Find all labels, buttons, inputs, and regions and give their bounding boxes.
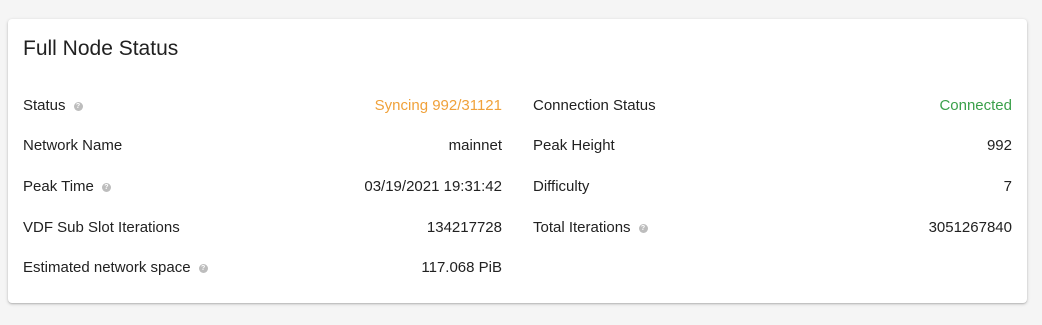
network-name-label: Network Name (23, 137, 123, 155)
estimated-network-space-label: Estimated network space (23, 259, 191, 277)
total-iterations-value: 3051267840 (928, 218, 1012, 236)
network-name-value: mainnet (448, 137, 502, 155)
total-iterations-label-wrap: Total Iterations (533, 219, 648, 236)
row-total-iterations: Total Iterations 3051267840 (533, 207, 1012, 248)
status-grid: Status Syncing 992/31121 Network Name ma… (23, 85, 1012, 288)
help-icon[interactable] (198, 263, 208, 274)
peak-time-value: 03/19/2021 19:31:42 (364, 177, 502, 195)
total-iterations-label: Total Iterations (533, 218, 631, 236)
difficulty-value: 7 (1003, 177, 1012, 195)
peak-height-label-wrap: Peak Height (533, 137, 615, 154)
network-name-label-wrap: Network Name (23, 137, 122, 154)
difficulty-label: Difficulty (533, 177, 590, 195)
row-status: Status Syncing 992/31121 (23, 85, 502, 126)
vdf-sub-slot-iterations-value: 134217728 (426, 218, 502, 236)
vdf-label-wrap: VDF Sub Slot Iterations (23, 219, 180, 236)
estimated-network-space-value: 117.068 PiB (421, 259, 502, 277)
right-column: Connection Status Connected Peak Height … (533, 85, 1012, 288)
row-peak-time: Peak Time 03/19/2021 19:31:42 (23, 166, 502, 207)
row-connection-status: Connection Status Connected (533, 85, 1012, 126)
row-network-name: Network Name mainnet (23, 126, 502, 167)
row-peak-height: Peak Height 992 (533, 126, 1012, 167)
status-label: Status (23, 96, 66, 114)
vdf-sub-slot-iterations-label: VDF Sub Slot Iterations (23, 218, 180, 236)
row-vdf-sub-slot-iterations: VDF Sub Slot Iterations 134217728 (23, 207, 502, 248)
status-value: Syncing 992/31121 (374, 96, 502, 114)
difficulty-label-wrap: Difficulty (533, 178, 589, 195)
left-column: Status Syncing 992/31121 Network Name ma… (23, 85, 502, 288)
connection-status-label-wrap: Connection Status (533, 97, 656, 114)
row-estimated-network-space: Estimated network space 117.068 PiB (23, 247, 502, 288)
peak-height-value: 992 (986, 137, 1012, 155)
connection-status-label: Connection Status (533, 96, 656, 114)
card-title: Full Node Status (23, 37, 179, 60)
connection-status-value: Connected (939, 96, 1012, 114)
help-icon[interactable] (73, 101, 83, 112)
peak-height-label: Peak Height (533, 137, 615, 155)
row-difficulty: Difficulty 7 (533, 166, 1012, 207)
network-space-label-wrap: Estimated network space (23, 259, 208, 276)
status-label-wrap: Status (23, 97, 83, 114)
peak-time-label: Peak Time (23, 177, 94, 195)
help-icon[interactable] (638, 223, 648, 234)
full-node-status-card: Full Node Status Status Syncing 992/3112… (8, 19, 1027, 303)
peak-time-label-wrap: Peak Time (23, 178, 111, 195)
help-icon[interactable] (101, 182, 111, 193)
